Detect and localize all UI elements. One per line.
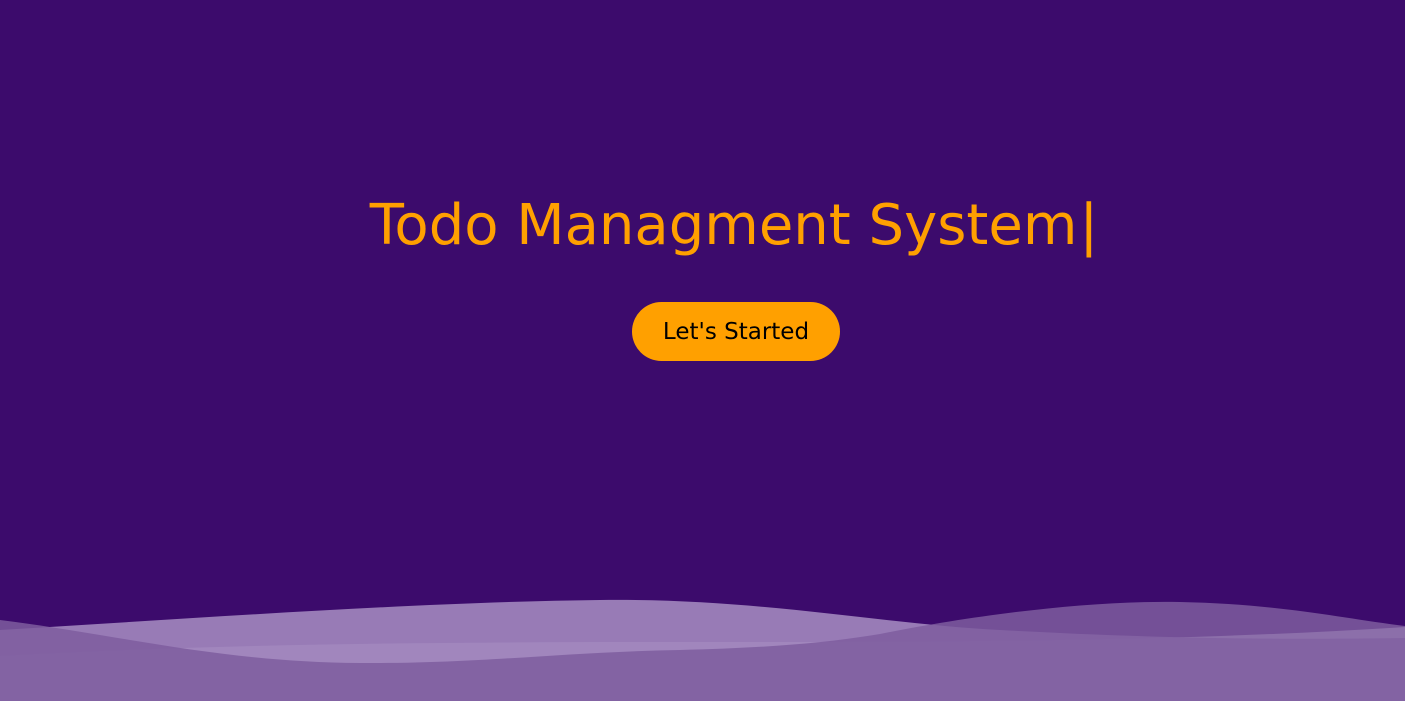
- hero-title: Todo Managment System|: [0, 190, 1405, 262]
- typing-cursor: |: [1079, 193, 1099, 258]
- lets-started-button[interactable]: Let's Started: [632, 302, 840, 361]
- wave-decoration: [0, 599, 1405, 701]
- hero-section: Todo Managment System| Let's Started: [0, 0, 1405, 701]
- hero-title-text: Todo Managment System: [369, 193, 1078, 258]
- page-bottom-strip: [0, 701, 1405, 724]
